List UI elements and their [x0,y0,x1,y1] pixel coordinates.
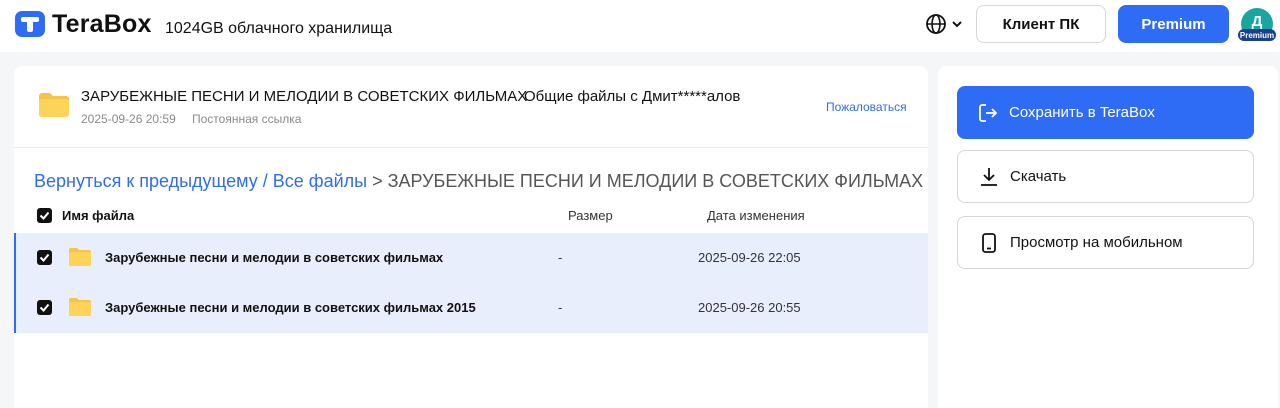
check-icon [39,253,50,262]
breadcrumb-arrow: > [367,171,388,191]
pc-client-button[interactable]: Клиент ПК [976,5,1106,43]
folder-icon [39,93,69,117]
folder-icon [69,248,91,266]
table-row[interactable]: Зарубежные песни и мелодии в советских ф… [14,283,928,333]
premium-button[interactable]: Premium [1118,5,1229,43]
share-date: 2025-09-26 20:59 [81,112,176,126]
premium-badge: Premium [1238,29,1276,41]
row-checkbox[interactable] [37,300,52,315]
download-button[interactable]: Скачать [957,150,1254,203]
save-export-icon [979,103,998,122]
terabox-logo-icon [15,11,45,37]
breadcrumb-back[interactable]: Вернуться к предыдущему [34,171,258,191]
terabox-logo[interactable]: TeraBox [14,9,152,39]
column-size-header[interactable]: Размер [568,208,613,223]
file-size: - [558,250,563,265]
file-list-panel: ЗАРУБЕЖНЫЕ ПЕСНИ И МЕЛОДИИ В СОВЕТСКИХ Ф… [14,66,928,408]
mobile-label: Просмотр на мобильном [1010,234,1183,251]
actions-panel: Сохранить в TeraBox Скачать Просмотр на … [938,66,1278,408]
save-label: Сохранить в TeraBox [1009,104,1155,121]
breadcrumb-all-files[interactable]: Все файлы [273,171,367,191]
row-checkbox[interactable] [37,250,52,265]
file-name[interactable]: Зарубежные песни и мелодии в советских ф… [105,250,443,265]
share-info: ЗАРУБЕЖНЫЕ ПЕСНИ И МЕЛОДИИ В СОВЕТСКИХ Ф… [14,66,928,148]
breadcrumb: Вернуться к предыдущему / Все файлы > ЗА… [34,171,923,192]
download-label: Скачать [1010,168,1067,185]
mobile-phone-icon [982,232,996,253]
file-date: 2025-09-26 22:05 [698,250,801,265]
share-link-type: Постоянная ссылка [192,112,302,126]
breadcrumb-separator: / [257,171,273,191]
share-owner: Общие файлы с Дмит*****алов [524,88,741,105]
check-icon [39,211,50,220]
storage-label: 1024GB облачного хранилища [165,20,393,37]
brand-name: TeraBox [52,9,152,38]
file-size: - [558,300,563,315]
column-name-header[interactable]: Имя файла [62,208,134,223]
view-on-mobile-button[interactable]: Просмотр на мобильном [957,216,1254,269]
report-link[interactable]: Пожаловаться [826,100,907,114]
folder-icon [69,298,91,316]
download-icon [981,167,997,186]
chevron-down-icon [952,21,962,28]
globe-icon [926,14,946,34]
share-title: ЗАРУБЕЖНЫЕ ПЕСНИ И МЕЛОДИИ В СОВЕТСКИХ Ф… [81,88,528,105]
column-date-header[interactable]: Дата изменения [707,208,805,223]
breadcrumb-current: ЗАРУБЕЖНЫЕ ПЕСНИ И МЕЛОДИИ В СОВЕТСКИХ Ф… [387,171,924,191]
language-selector[interactable] [925,13,963,35]
file-name[interactable]: Зарубежные песни и мелодии в советских ф… [105,300,476,315]
file-date: 2025-09-26 20:55 [698,300,801,315]
save-to-terabox-button[interactable]: Сохранить в TeraBox [957,86,1254,139]
table-row[interactable]: Зарубежные песни и мелодии в советских ф… [14,233,928,283]
check-icon [39,303,50,312]
table-header: Имя файла Размер Дата изменения [14,204,928,232]
top-header: TeraBox 1024GB облачного хранилища Клиен… [0,0,1280,52]
select-all-checkbox[interactable] [37,208,52,223]
